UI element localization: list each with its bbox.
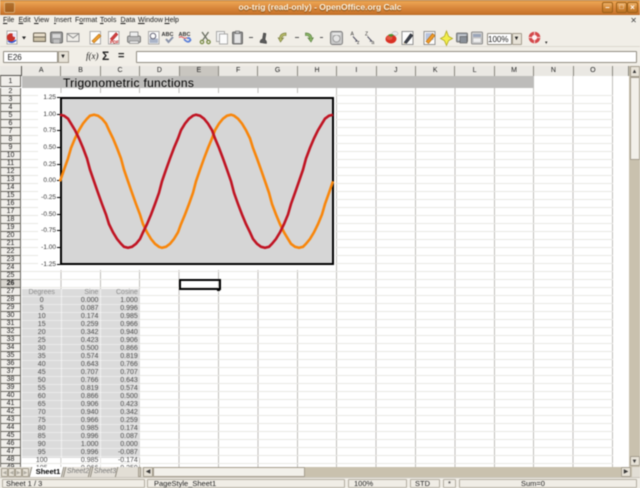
svg-text:PDF: PDF — [110, 40, 119, 45]
svg-text:A: A — [351, 32, 355, 38]
